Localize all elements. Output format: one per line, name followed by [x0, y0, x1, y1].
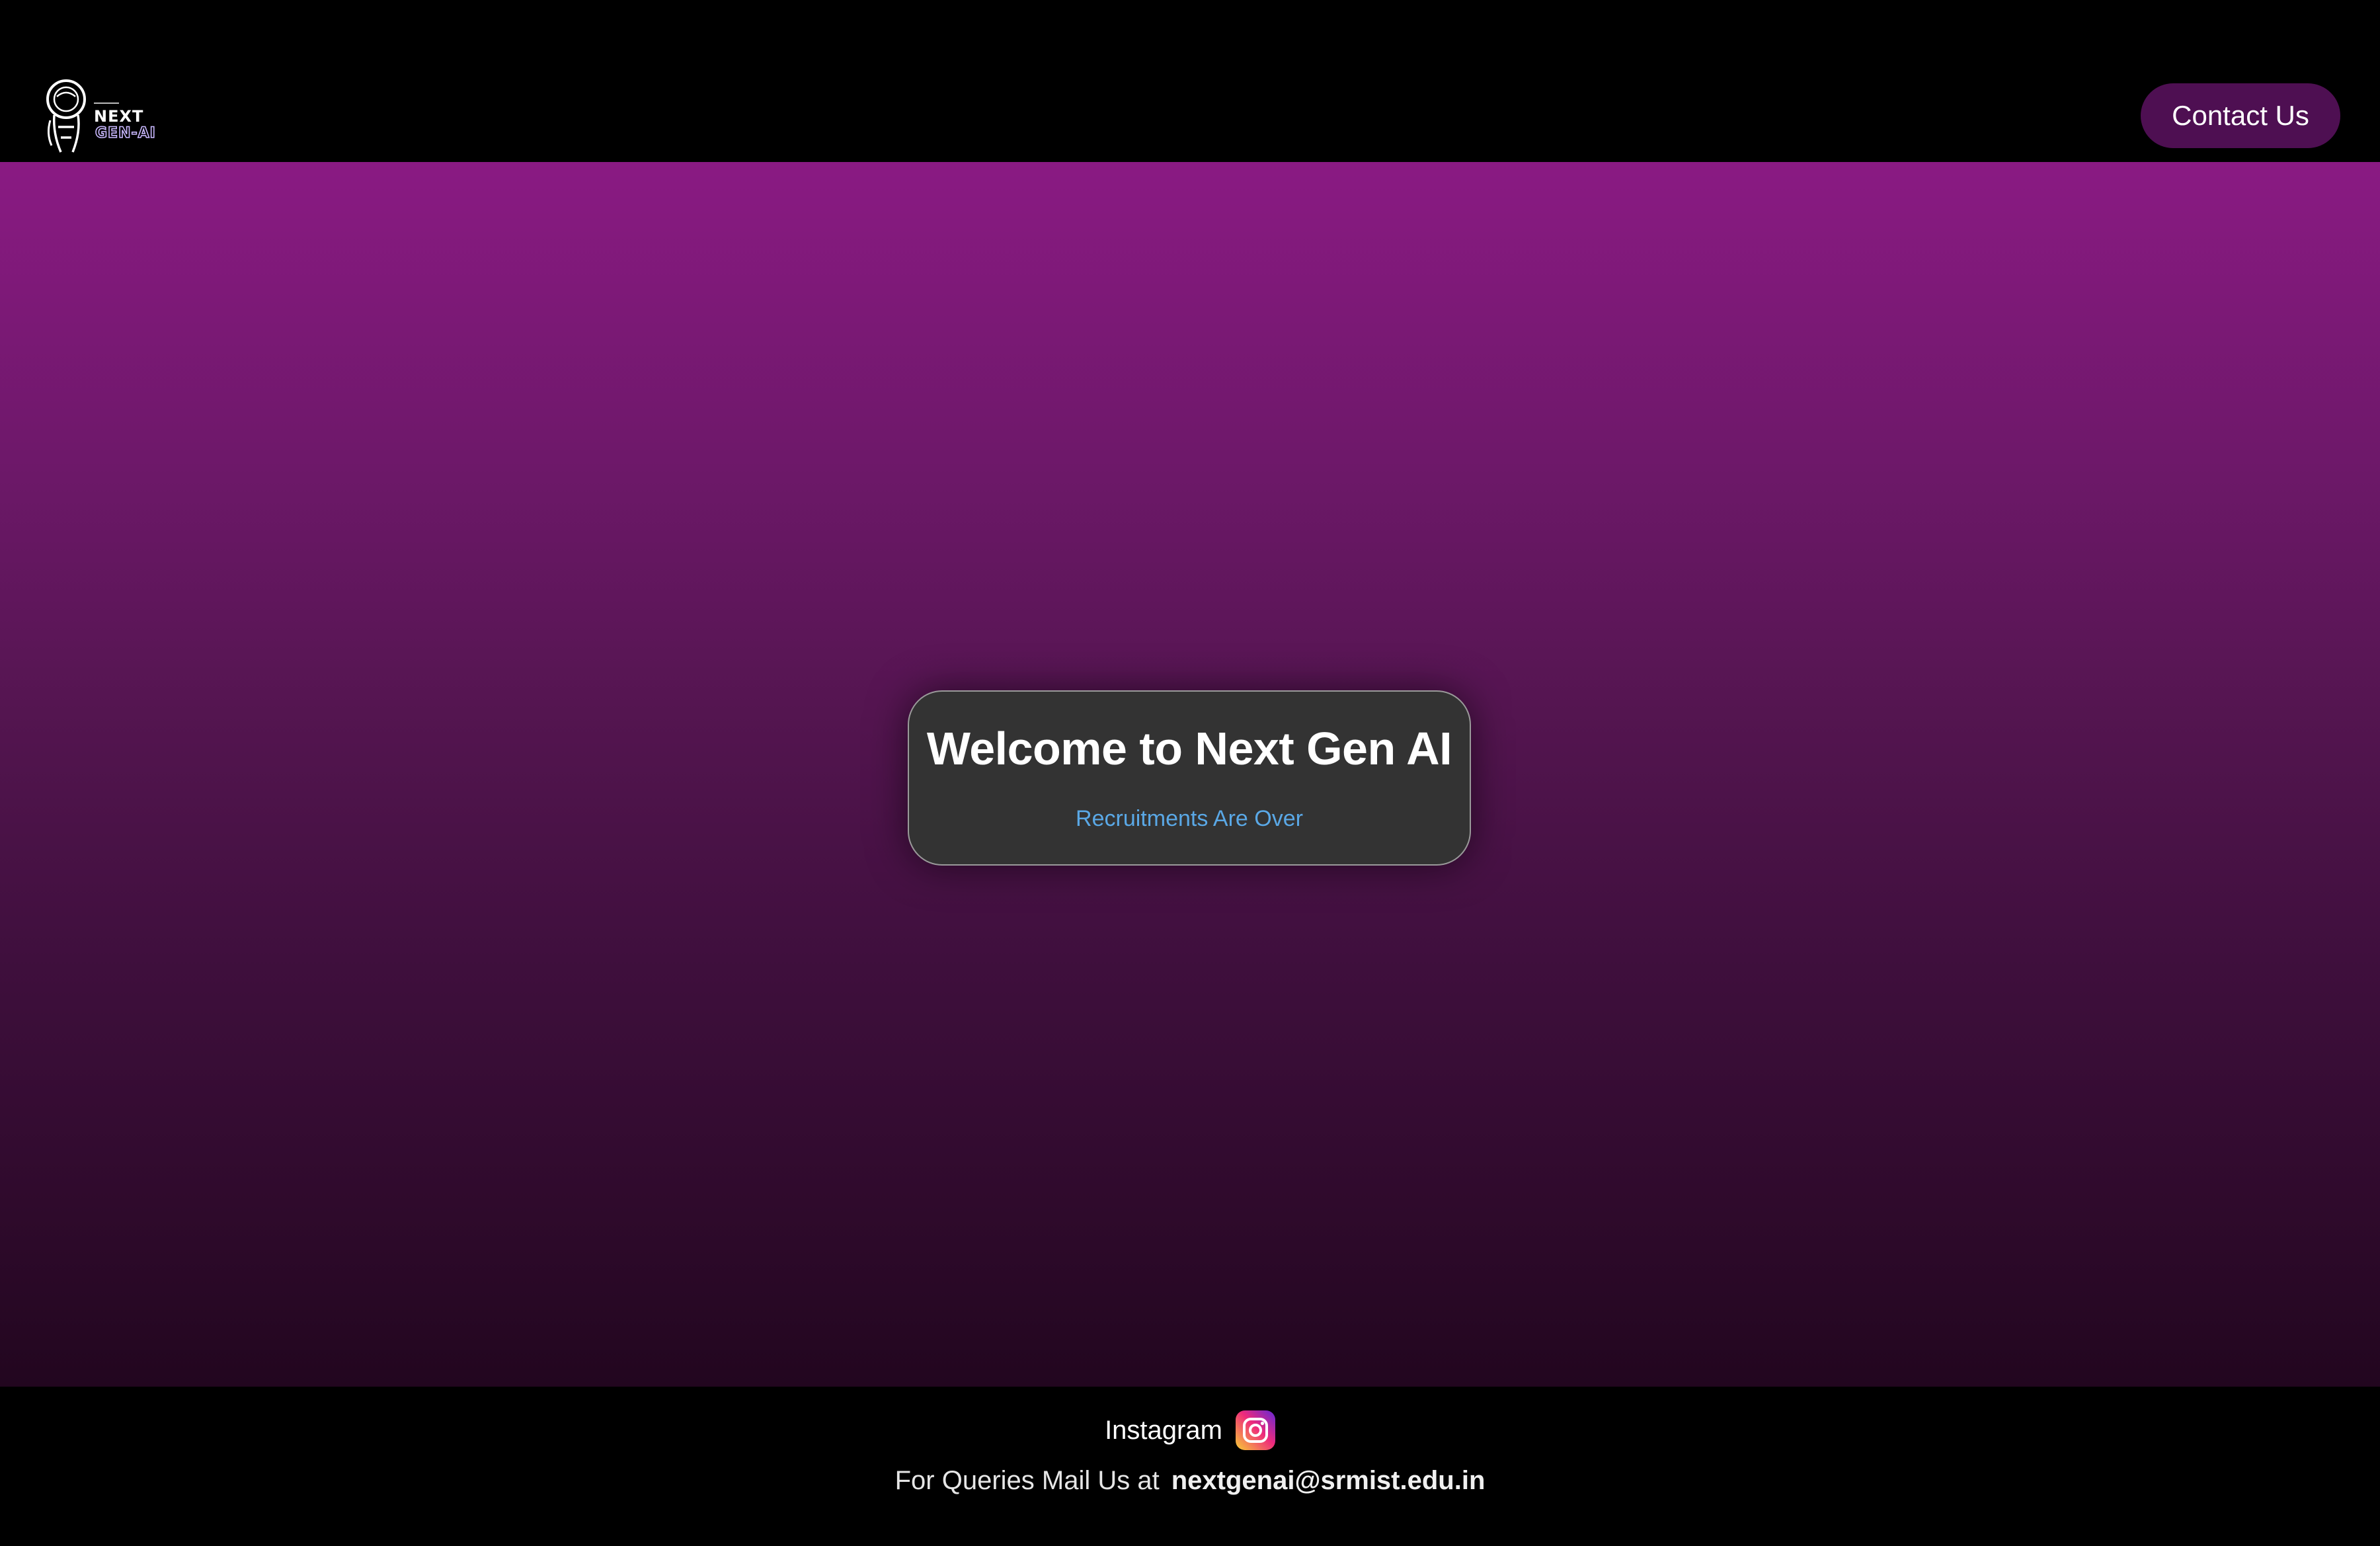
- contact-us-button[interactable]: Contact Us: [2141, 83, 2340, 148]
- email-link[interactable]: nextgenai@srmist.edu.in: [1171, 1466, 1486, 1496]
- mail-prompt-text: For Queries Mail Us at: [894, 1465, 1160, 1495]
- hero-section: Welcome to Next Gen AI Recruitments Are …: [0, 162, 2380, 1387]
- astronaut-logo-icon: NEXT GEN-AI: [46, 79, 156, 153]
- svg-text:GEN-AI: GEN-AI: [95, 125, 156, 142]
- welcome-title: Welcome to Next Gen AI: [926, 723, 1452, 774]
- recruitment-status-text: Recruitments Are Over: [1076, 806, 1303, 831]
- footer: Instagram For Queries Mail Us at nextgen…: [0, 1387, 2380, 1546]
- instagram-icon[interactable]: [1235, 1410, 1275, 1450]
- site-logo[interactable]: NEXT GEN-AI: [41, 74, 159, 157]
- contact-mail-row: For Queries Mail Us at nextgenai@srmist.…: [0, 1461, 2380, 1500]
- top-navbar: NEXT GEN-AI Contact Us: [0, 0, 2380, 162]
- instagram-row: Instagram: [0, 1409, 2380, 1451]
- welcome-card: Welcome to Next Gen AI Recruitments Are …: [908, 690, 1471, 866]
- instagram-link[interactable]: Instagram: [1105, 1416, 1222, 1445]
- svg-text:NEXT: NEXT: [94, 107, 143, 126]
